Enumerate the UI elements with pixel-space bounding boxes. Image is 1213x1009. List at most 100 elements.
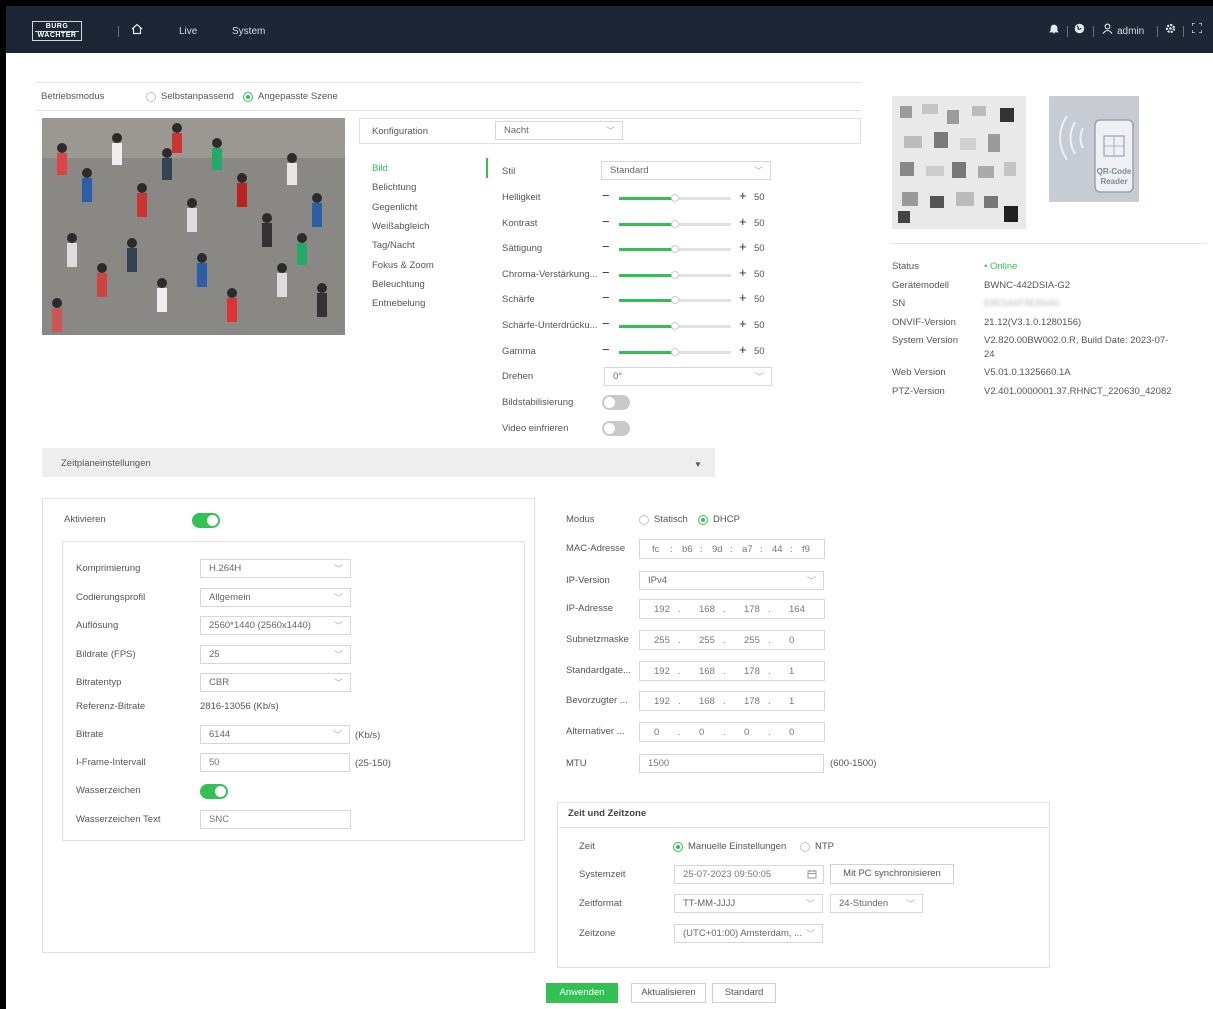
style-select[interactable]: Standard ﹀ [601, 161, 771, 180]
slider-track[interactable] [619, 347, 731, 356]
slider-handle[interactable] [671, 194, 679, 202]
encode-row-select[interactable]: CBR ﹀ [200, 673, 351, 692]
ip-octet[interactable]: 0 [654, 727, 659, 738]
ip-version-select[interactable]: IPv4 ﹀ [639, 571, 824, 590]
nav-live[interactable]: Live [179, 26, 197, 37]
encode-row-select[interactable]: H.264H ﹀ [200, 559, 351, 578]
ip-octet[interactable]: 168 [699, 604, 715, 615]
mode-radio-auto[interactable] [146, 92, 156, 102]
slider-track[interactable] [619, 219, 731, 228]
time-manual-option[interactable]: Manuelle Einstellungen [688, 841, 786, 852]
freeze-toggle[interactable] [602, 421, 630, 436]
refresh-button[interactable]: Aktualisieren [631, 983, 706, 1003]
ip-octet[interactable]: 255 [654, 635, 670, 646]
mac-segment[interactable]: a7 [742, 544, 753, 555]
mode-radio-custom[interactable] [243, 92, 253, 102]
minus-icon[interactable]: − [602, 316, 610, 331]
menu-item[interactable]: Belichtung [372, 182, 416, 193]
user-icon[interactable] [1102, 23, 1113, 37]
slider-track[interactable] [619, 296, 731, 305]
mac-segment[interactable]: b6 [682, 544, 693, 555]
ip-octet[interactable]: 192 [654, 666, 670, 677]
slider-track[interactable] [619, 245, 731, 254]
slider-handle[interactable] [671, 270, 679, 279]
username[interactable]: admin [1117, 26, 1144, 37]
globe-icon[interactable] [1074, 23, 1085, 37]
fullscreen-icon[interactable] [1191, 22, 1203, 36]
plus-icon[interactable]: + [739, 290, 747, 305]
network-dhcp-option[interactable]: DHCP [713, 514, 740, 525]
slider-track[interactable] [619, 322, 731, 330]
slider-handle[interactable] [671, 322, 679, 330]
ip-octet[interactable]: 0 [789, 635, 794, 646]
time-manual-radio[interactable] [673, 842, 683, 852]
ip-octet[interactable]: 0 [699, 727, 704, 738]
rotate-select[interactable]: 0° ﹀ [604, 367, 772, 386]
home-icon[interactable] [131, 23, 143, 38]
ip-octet[interactable]: 0 [789, 727, 794, 738]
slider-track[interactable] [619, 194, 731, 202]
ip-octet[interactable]: 255 [699, 635, 715, 646]
encode-row-select[interactable]: 25 ﹀ [200, 644, 351, 664]
slider-handle[interactable] [671, 347, 679, 356]
ip-octet[interactable]: 192 [654, 696, 670, 707]
watermark-text-input[interactable]: SNC [200, 810, 351, 829]
system-time-input[interactable]: 25-07-2023 09:50:05 [674, 865, 824, 884]
mac-segment[interactable]: 44 [772, 544, 783, 555]
enable-toggle[interactable] [192, 513, 220, 528]
ip-octet[interactable]: 1 [789, 666, 794, 677]
hour-format-select[interactable]: 24-Stunden ﹀ [830, 894, 923, 913]
mode-option-custom[interactable]: Angepasste Szene [258, 91, 338, 102]
encode-row-select[interactable]: 2560*1440 (2560x1440) ﹀ [200, 616, 351, 635]
menu-item[interactable]: Fokus & Zoom [372, 260, 434, 271]
gear-icon[interactable] [1165, 23, 1176, 37]
slider-track[interactable] [619, 270, 731, 279]
bell-icon[interactable] [1049, 23, 1059, 37]
minus-icon[interactable]: − [602, 239, 610, 254]
nav-system[interactable]: System [232, 26, 265, 37]
video-preview[interactable] [42, 118, 345, 335]
apply-button[interactable]: Anwenden [546, 983, 618, 1003]
date-format-select[interactable]: TT-MM-JJJJ ﹀ [674, 894, 823, 913]
minus-icon[interactable]: − [602, 188, 610, 203]
slider-handle[interactable] [671, 245, 679, 254]
ip-octet[interactable]: 178 [744, 696, 760, 707]
ip-octet[interactable]: 192 [654, 604, 670, 615]
mac-segment[interactable]: f9 [802, 544, 810, 555]
ip-octet[interactable]: 168 [699, 666, 715, 677]
mtu-input[interactable]: 1500 [639, 754, 824, 773]
calendar-icon[interactable] [807, 869, 817, 882]
default-button[interactable]: Standard [712, 983, 776, 1003]
ip-octet[interactable]: 255 [744, 635, 760, 646]
ip-octet[interactable]: 1 [789, 696, 794, 707]
slider-handle[interactable] [671, 219, 679, 228]
network-dhcp-radio[interactable] [698, 515, 708, 525]
menu-item[interactable]: Weißabgleich [372, 221, 429, 232]
time-ntp-radio[interactable] [800, 842, 810, 852]
ip-octet[interactable]: 168 [699, 696, 715, 707]
minus-icon[interactable]: − [602, 265, 610, 280]
caret-down-icon[interactable]: ▼ [694, 460, 702, 469]
menu-item[interactable]: Tag/Nacht [372, 240, 415, 251]
plus-icon[interactable]: + [739, 316, 747, 331]
slider-handle[interactable] [671, 296, 679, 305]
mac-segment[interactable]: 9d [712, 544, 723, 555]
menu-item[interactable]: Gegenlicht [372, 202, 417, 213]
ip-octet[interactable]: 178 [744, 666, 760, 677]
ip-octet[interactable]: 0 [744, 727, 749, 738]
watermark-toggle[interactable] [200, 784, 228, 799]
plus-icon[interactable]: + [739, 342, 747, 357]
bitrate-select[interactable]: 6144 ﹀ [200, 725, 350, 744]
mac-segment[interactable]: fc [652, 544, 659, 555]
stabilization-toggle[interactable] [602, 395, 630, 410]
iframe-interval-input[interactable]: 50 [200, 753, 350, 772]
time-ntp-option[interactable]: NTP [815, 841, 834, 852]
sync-pc-button[interactable]: Mit PC synchronisieren [830, 864, 954, 884]
minus-icon[interactable]: − [602, 214, 610, 229]
plus-icon[interactable]: + [739, 214, 747, 229]
ip-octet[interactable]: 164 [789, 604, 805, 615]
mode-option-auto[interactable]: Selbstanpassend [161, 91, 234, 102]
network-static-radio[interactable] [639, 515, 649, 525]
menu-item[interactable]: Entnebelung [372, 298, 425, 309]
encode-row-select[interactable]: Allgemein ﹀ [200, 587, 351, 607]
